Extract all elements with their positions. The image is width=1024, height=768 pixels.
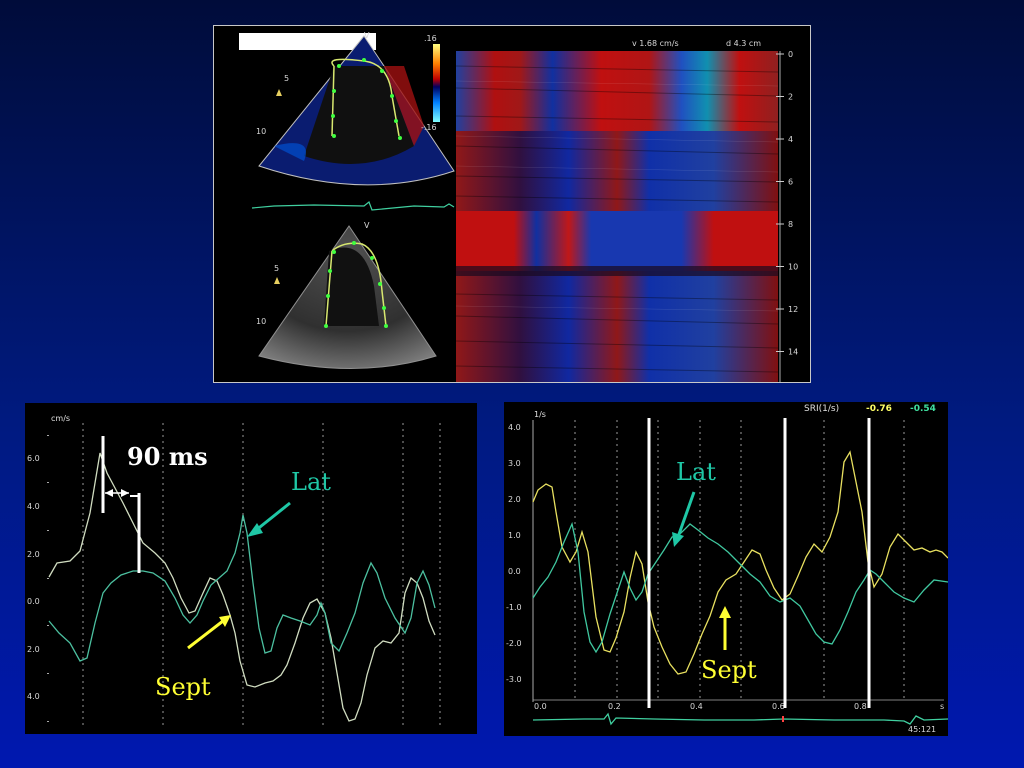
y-unit-label: 1/s <box>534 410 546 419</box>
sri-value-green: -0.54 <box>910 404 936 414</box>
sept-arrow <box>187 619 224 650</box>
echo-tick-5-lower: 5 <box>274 264 279 273</box>
y-tick-0: 0.0 <box>508 567 521 576</box>
y-tick-0: 0.0 <box>27 597 40 606</box>
velocity-label: v 1.68 cm/s <box>632 39 679 48</box>
depth-tick-label: 6 <box>788 178 793 187</box>
scale-top-label: .16 <box>424 34 437 43</box>
lat-label: Lat <box>291 468 331 496</box>
x-tick-02: 0.2 <box>608 702 621 711</box>
ecg-marker <box>782 716 784 722</box>
x-tick-06: 0.6 <box>772 702 785 711</box>
sector-marker-lower: V <box>364 221 370 230</box>
sept-strain-trace <box>532 450 948 675</box>
depth-tick-label: 0 <box>788 50 793 59</box>
tissue-velocity-svg: cm/s 6.0 4.0 2.0 0.0 2.0 4.0 90 ms Lat S… <box>27 414 441 728</box>
sector-marker: V <box>364 31 370 40</box>
echo-composite-svg: 5 10 V .16 -.16 5 10 V v 1.68 cm/s d 4.3… <box>239 31 798 382</box>
y-grid-dots <box>47 435 49 722</box>
sept-label: Sept <box>701 656 757 684</box>
x-tick-0: 0.0 <box>534 702 547 711</box>
frame-counter: 45:121 <box>908 725 936 734</box>
y-tick-4: 4.0 <box>508 423 521 432</box>
interval-label: 90 ms <box>127 442 208 471</box>
y-tick-2: 2.0 <box>508 495 521 504</box>
color-scale-bar <box>433 44 440 122</box>
y-tick-neg2: 2.0 <box>27 645 40 654</box>
sept-arrowhead-icon <box>719 606 731 618</box>
x-unit: s <box>940 702 944 711</box>
lat-label: Lat <box>676 458 716 486</box>
depth-tick-label: 4 <box>788 135 793 144</box>
y-tick-neg4: 4.0 <box>27 692 40 701</box>
strain-rate-chart: 1/s SRI(1/s) -0.76 -0.54 4.0 3.0 2.0 1.0… <box>504 402 948 736</box>
sri-value-yellow: -0.76 <box>866 404 892 414</box>
depth-tick-label: 12 <box>788 305 798 314</box>
sept-label: Sept <box>155 673 211 701</box>
y-tick-1: 1.0 <box>508 531 521 540</box>
y-tick-neg2: -2.0 <box>506 639 522 648</box>
x-tick-08: 0.8 <box>854 702 867 711</box>
depth-tick-label: 2 <box>788 93 793 102</box>
y-tick-neg3: -3.0 <box>506 675 522 684</box>
depth-arrow-icon <box>276 89 282 96</box>
echo-tick-10: 10 <box>256 127 266 136</box>
grayscale-echo-sector: 5 10 V <box>256 221 437 369</box>
y-tick-2: 2.0 <box>27 550 40 559</box>
y-tick-3: 3.0 <box>508 459 521 468</box>
depth-tick-label: 10 <box>788 263 798 272</box>
curved-mmode-image <box>455 51 779 382</box>
lat-arrowhead-icon <box>672 532 684 547</box>
depth-tick-label: 14 <box>788 348 798 357</box>
depth-label: d 4.3 cm <box>726 39 761 48</box>
strain-rate-svg: 1/s SRI(1/s) -0.76 -0.54 4.0 3.0 2.0 1.0… <box>506 404 948 734</box>
echo-tick-5: 5 <box>284 74 289 83</box>
echo-composite-panel: 5 10 V .16 -.16 5 10 V v 1.68 cm/s d 4.3… <box>213 25 811 383</box>
depth-tick-label: 8 <box>788 220 793 229</box>
echo-tick-10-lower: 10 <box>256 317 266 326</box>
ecg-trace <box>532 712 948 726</box>
ecg-trace-top <box>251 201 455 211</box>
depth-arrow-lower-icon <box>274 277 280 284</box>
lat-velocity-trace <box>48 514 436 662</box>
color-doppler-sector: 5 10 V <box>256 31 455 186</box>
lat-arrow <box>254 501 291 533</box>
lat-arrow <box>676 491 696 538</box>
tissue-velocity-chart: cm/s 6.0 4.0 2.0 0.0 2.0 4.0 90 ms Lat S… <box>25 403 477 734</box>
y-tick-neg1: -1.0 <box>506 603 522 612</box>
depth-scale: 0 2 4 6 8 10 12 14 <box>776 50 798 382</box>
x-tick-04: 0.4 <box>690 702 703 711</box>
scale-bottom-label: -.16 <box>421 123 437 132</box>
y-tick-6: 6.0 <box>27 454 40 463</box>
sri-header: SRI(1/s) <box>804 404 839 414</box>
y-tick-4: 4.0 <box>27 502 40 511</box>
y-unit-label: cm/s <box>51 414 70 423</box>
